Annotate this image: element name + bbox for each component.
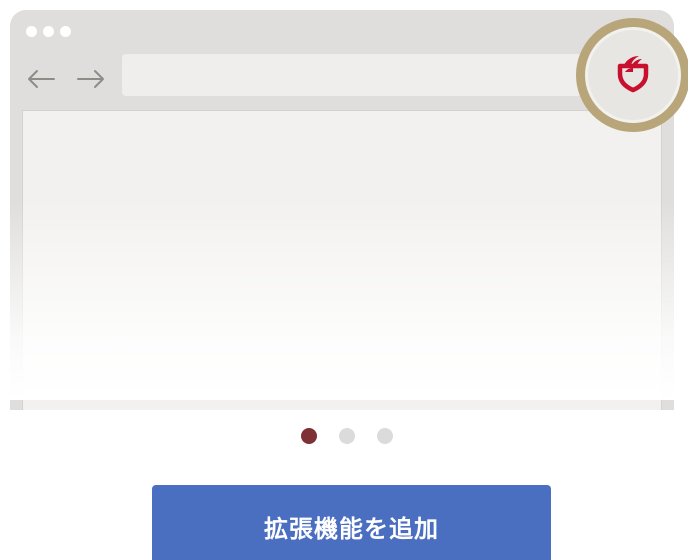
shield-logo-icon xyxy=(613,53,653,97)
browser-viewport xyxy=(22,110,662,410)
carousel-pagination xyxy=(0,428,688,444)
window-dot xyxy=(43,26,54,37)
add-extension-button[interactable]: 拡張機能を追加 xyxy=(152,485,551,560)
arrow-left-icon xyxy=(26,64,56,94)
onboarding-slide: 拡張機能を追加 xyxy=(0,0,688,560)
window-controls xyxy=(26,26,71,37)
extension-highlight xyxy=(576,18,688,132)
window-dot xyxy=(26,26,37,37)
browser-mockup xyxy=(10,10,674,410)
pager-dot[interactable] xyxy=(339,428,355,444)
pager-dot[interactable] xyxy=(377,428,393,444)
address-bar xyxy=(122,54,592,96)
window-dot xyxy=(60,26,71,37)
arrow-right-icon xyxy=(76,64,106,94)
pager-dot-active[interactable] xyxy=(301,428,317,444)
